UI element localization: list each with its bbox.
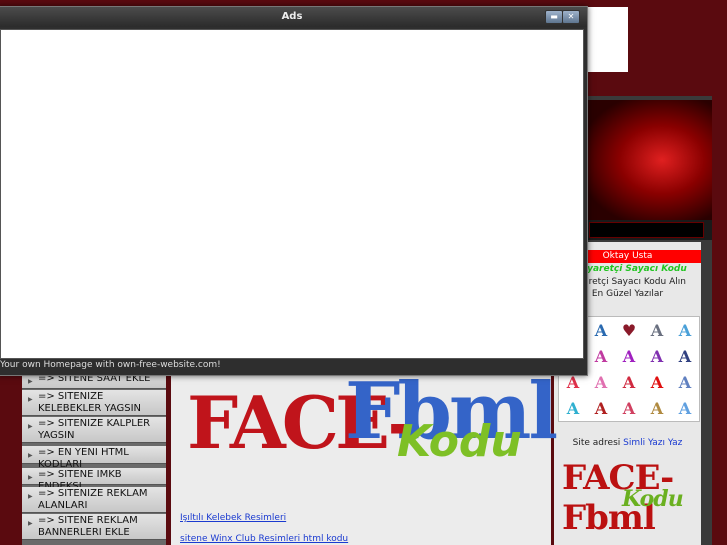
left-menu: ▶ => SITENE SAAT EKLE ▶ => SITENIZE KELE…: [22, 372, 166, 545]
letter-a-image[interactable]: A: [615, 369, 643, 395]
site-address-prefix: Site adresi: [572, 438, 621, 448]
close-icon[interactable]: ✕: [562, 10, 580, 24]
letter-a-image[interactable]: A: [643, 395, 671, 421]
ads-window-titlebar[interactable]: Ads ▬ ✕: [0, 7, 587, 27]
menu-item-label: => EN YENI HTML KODLARI: [38, 447, 129, 470]
letter-a-image[interactable]: A: [671, 317, 699, 343]
menu-item-reklam-bannerleri[interactable]: ▶ => SITENE REKLAM BANNERLERI EKLE: [22, 514, 166, 540]
menu-item-kalpler[interactable]: ▶ => SITENIZE KALPLER YAGSIN: [22, 417, 166, 443]
winx-club-link[interactable]: sitene Winx Club Resimleri html kodu: [180, 534, 348, 544]
bullet-icon: ▶: [28, 474, 33, 481]
top-white-box: [585, 7, 628, 72]
menu-item-label: => SITENIZE KELEBEKLER YAGSIN: [38, 391, 142, 414]
letter-a-image[interactable]: A: [559, 395, 587, 421]
dark-bar: [587, 220, 712, 240]
letter-a-image[interactable]: A: [671, 369, 699, 395]
bullet-icon: ▶: [28, 378, 33, 385]
logo-kodu-text: Kodu: [397, 416, 522, 467]
red-banner-image: [587, 100, 712, 220]
bullet-icon: ▶: [28, 396, 33, 403]
menu-item-imkb[interactable]: ▶ => SITENE IMKB ENDEKSI: [22, 468, 166, 492]
site-address: Site adresi Simli Yazı Yaz: [554, 438, 701, 448]
butterfly-images-link[interactable]: Işıltılı Kelebek Resimleri: [180, 513, 286, 523]
menu-item-label: => SITENIZE KALPLER YAGSIN: [38, 418, 151, 441]
letter-a-image[interactable]: A: [587, 343, 615, 369]
ads-status-text: Your own Homepage with own-free-website.…: [0, 360, 221, 370]
bullet-icon: ▶: [28, 423, 33, 430]
letter-a-image[interactable]: A: [587, 369, 615, 395]
menu-item-html-kodlari[interactable]: ▶ => EN YENI HTML KODLARI: [22, 446, 166, 470]
menu-item-label: => SITENE REKLAM BANNERLERI EKLE: [38, 515, 138, 538]
menu-item-reklam-alanlari[interactable]: ▶ => SITENIZE REKLAM ALANLARI: [22, 487, 166, 513]
letter-a-image[interactable]: A: [615, 343, 643, 369]
ads-window: Ads ▬ ✕ Your own Homepage with own-free-…: [0, 6, 588, 376]
letter-a-image[interactable]: A: [643, 369, 671, 395]
bullet-icon: ▶: [28, 520, 33, 527]
facefbml-logo: FACE- Fbml Kodu: [185, 366, 558, 482]
letter-a-image[interactable]: A: [671, 395, 699, 421]
letter-a-image[interactable]: A: [587, 317, 615, 343]
menu-item-kelebekler[interactable]: ▶ => SITENIZE KELEBEKLER YAGSIN: [22, 390, 166, 416]
menu-item-label: => SITENIZE REKLAM ALANLARI: [38, 488, 148, 511]
site-address-link[interactable]: Simli Yazı Yaz: [623, 438, 682, 448]
dark-bar-inner: [589, 222, 704, 238]
letter-a-image[interactable]: A: [671, 343, 699, 369]
bullet-icon: ▶: [28, 452, 33, 459]
letter-a-image[interactable]: A: [615, 395, 643, 421]
ads-window-title: Ads: [281, 11, 303, 22]
small-facefbml-logo[interactable]: FACE-Fbml Kodu: [562, 458, 694, 538]
minimize-icon[interactable]: ▬: [545, 10, 563, 24]
letter-a-image[interactable]: A: [587, 395, 615, 421]
letter-a-image[interactable]: A: [643, 343, 671, 369]
small-logo-sub: Kodu: [622, 486, 684, 512]
letter-a-image[interactable]: A: [643, 317, 671, 343]
main-content: FACE- Fbml Kodu Işıltılı Kelebek Resimle…: [171, 366, 558, 545]
heart-letter-image[interactable]: ♥: [615, 317, 643, 343]
bullet-icon: ▶: [28, 493, 33, 500]
ads-content-area[interactable]: [0, 29, 584, 359]
